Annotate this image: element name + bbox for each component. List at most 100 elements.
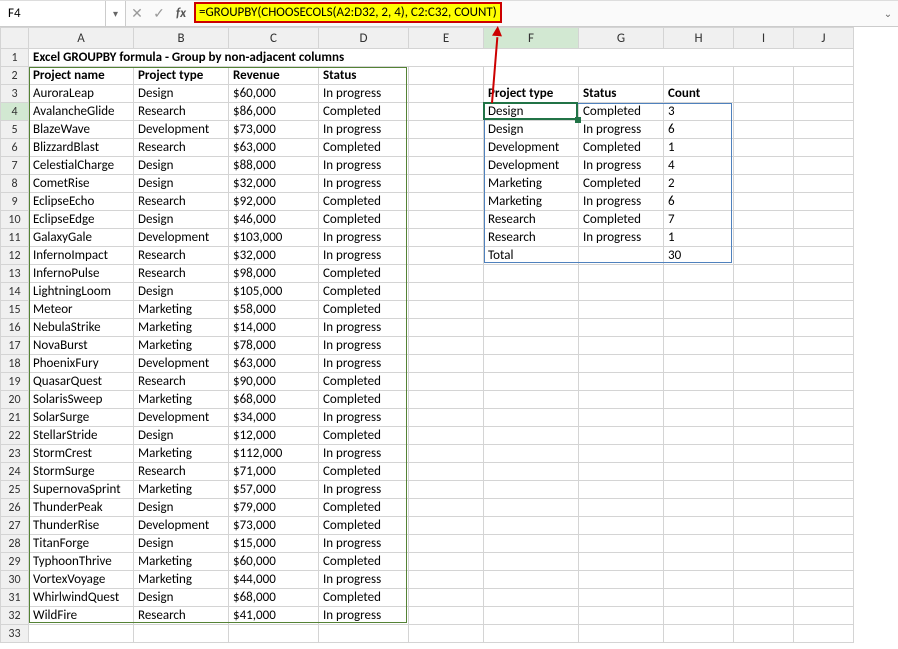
cell[interactable] [734,463,794,481]
row-header[interactable]: 11 [1,229,29,247]
cell[interactable] [409,409,484,427]
cell[interactable] [734,67,794,85]
cell-project-type[interactable]: Research [134,193,229,211]
cell[interactable] [579,535,664,553]
formula-input[interactable]: =GROUPBY(CHOOSECOLS(A2:D32, 2, 4), C2:C3… [192,1,878,26]
cell[interactable] [734,337,794,355]
cell-status[interactable]: Completed [319,301,409,319]
out-project-type[interactable]: Development [484,139,579,157]
cell-project-name[interactable]: StormSurge [29,463,134,481]
cell[interactable] [734,283,794,301]
cell[interactable] [794,85,854,103]
cell[interactable] [409,301,484,319]
cell[interactable] [409,373,484,391]
cell[interactable] [734,571,794,589]
cell-revenue[interactable]: $12,000 [229,427,319,445]
cell[interactable] [794,373,854,391]
cell-revenue[interactable]: $63,000 [229,355,319,373]
cell[interactable] [664,481,734,499]
cell-project-name[interactable]: QuasarQuest [29,373,134,391]
row-header[interactable]: 5 [1,121,29,139]
cell[interactable] [409,517,484,535]
out-count[interactable]: 2 [664,175,734,193]
row-header[interactable]: 19 [1,373,29,391]
cell[interactable] [409,427,484,445]
cell[interactable] [734,265,794,283]
cell[interactable] [794,571,854,589]
cell-project-type[interactable]: Design [134,535,229,553]
accept-formula-button[interactable]: ✓ [148,1,170,26]
column-header-a[interactable]: A [29,28,134,49]
cell[interactable] [734,157,794,175]
cell[interactable] [794,337,854,355]
cell[interactable] [579,247,664,265]
row-header[interactable]: 22 [1,427,29,445]
cell-revenue[interactable]: $32,000 [229,175,319,193]
cell-status[interactable]: Completed [319,427,409,445]
row-header[interactable]: 25 [1,481,29,499]
cell[interactable] [319,625,409,643]
cell[interactable] [579,409,664,427]
name-box-dropdown[interactable]: ▾ [106,1,126,26]
cell[interactable] [134,625,229,643]
cell[interactable] [409,337,484,355]
cell-project-type[interactable]: Research [134,607,229,625]
column-header-i[interactable]: I [734,28,794,49]
cell-status[interactable]: Completed [319,589,409,607]
out-status[interactable]: In progress [579,121,664,139]
cell[interactable] [579,607,664,625]
out-status[interactable]: In progress [579,229,664,247]
cell[interactable] [664,319,734,337]
out-project-type[interactable]: Research [484,211,579,229]
cell-project-type[interactable]: Development [134,229,229,247]
row-header[interactable]: 17 [1,337,29,355]
cell[interactable] [484,481,579,499]
out-count[interactable]: 4 [664,157,734,175]
cell-revenue[interactable]: $46,000 [229,211,319,229]
header-project-type[interactable]: Project type [134,67,229,85]
row-header[interactable]: 12 [1,247,29,265]
row-header[interactable]: 27 [1,517,29,535]
cell[interactable] [409,247,484,265]
cell-project-name[interactable]: AvalancheGlide [29,103,134,121]
out-status[interactable]: In progress [579,157,664,175]
cell[interactable] [794,589,854,607]
cell[interactable] [794,175,854,193]
cell-project-type[interactable]: Research [134,139,229,157]
out-status[interactable]: Completed [579,211,664,229]
cell[interactable] [579,67,664,85]
cell[interactable] [409,319,484,337]
row-header[interactable]: 20 [1,391,29,409]
cell[interactable] [794,103,854,121]
cell[interactable] [794,67,854,85]
cell-status[interactable]: Completed [319,553,409,571]
cell[interactable] [579,337,664,355]
cell[interactable] [484,553,579,571]
cell[interactable] [579,391,664,409]
cell[interactable] [484,283,579,301]
cell-status[interactable]: In progress [319,121,409,139]
cell[interactable] [794,409,854,427]
cell[interactable] [579,625,664,643]
cell[interactable] [734,175,794,193]
out-header-project-type[interactable]: Project type [484,85,579,103]
cell[interactable] [794,445,854,463]
cell[interactable] [409,193,484,211]
cell-project-name[interactable]: InfernoPulse [29,265,134,283]
cell-project-name[interactable]: LightningLoom [29,283,134,301]
cell[interactable] [409,103,484,121]
cell-project-type[interactable]: Design [134,499,229,517]
cell[interactable] [484,517,579,535]
cell[interactable] [794,193,854,211]
cell-revenue[interactable]: $103,000 [229,229,319,247]
out-count[interactable]: 1 [664,229,734,247]
cell[interactable] [409,589,484,607]
cell[interactable] [734,103,794,121]
cell-project-type[interactable]: Research [134,373,229,391]
cell[interactable] [734,355,794,373]
cell-project-name[interactable]: SolarisSweep [29,391,134,409]
cell[interactable] [664,427,734,445]
cell[interactable] [579,553,664,571]
cell[interactable] [579,463,664,481]
cell[interactable] [734,85,794,103]
